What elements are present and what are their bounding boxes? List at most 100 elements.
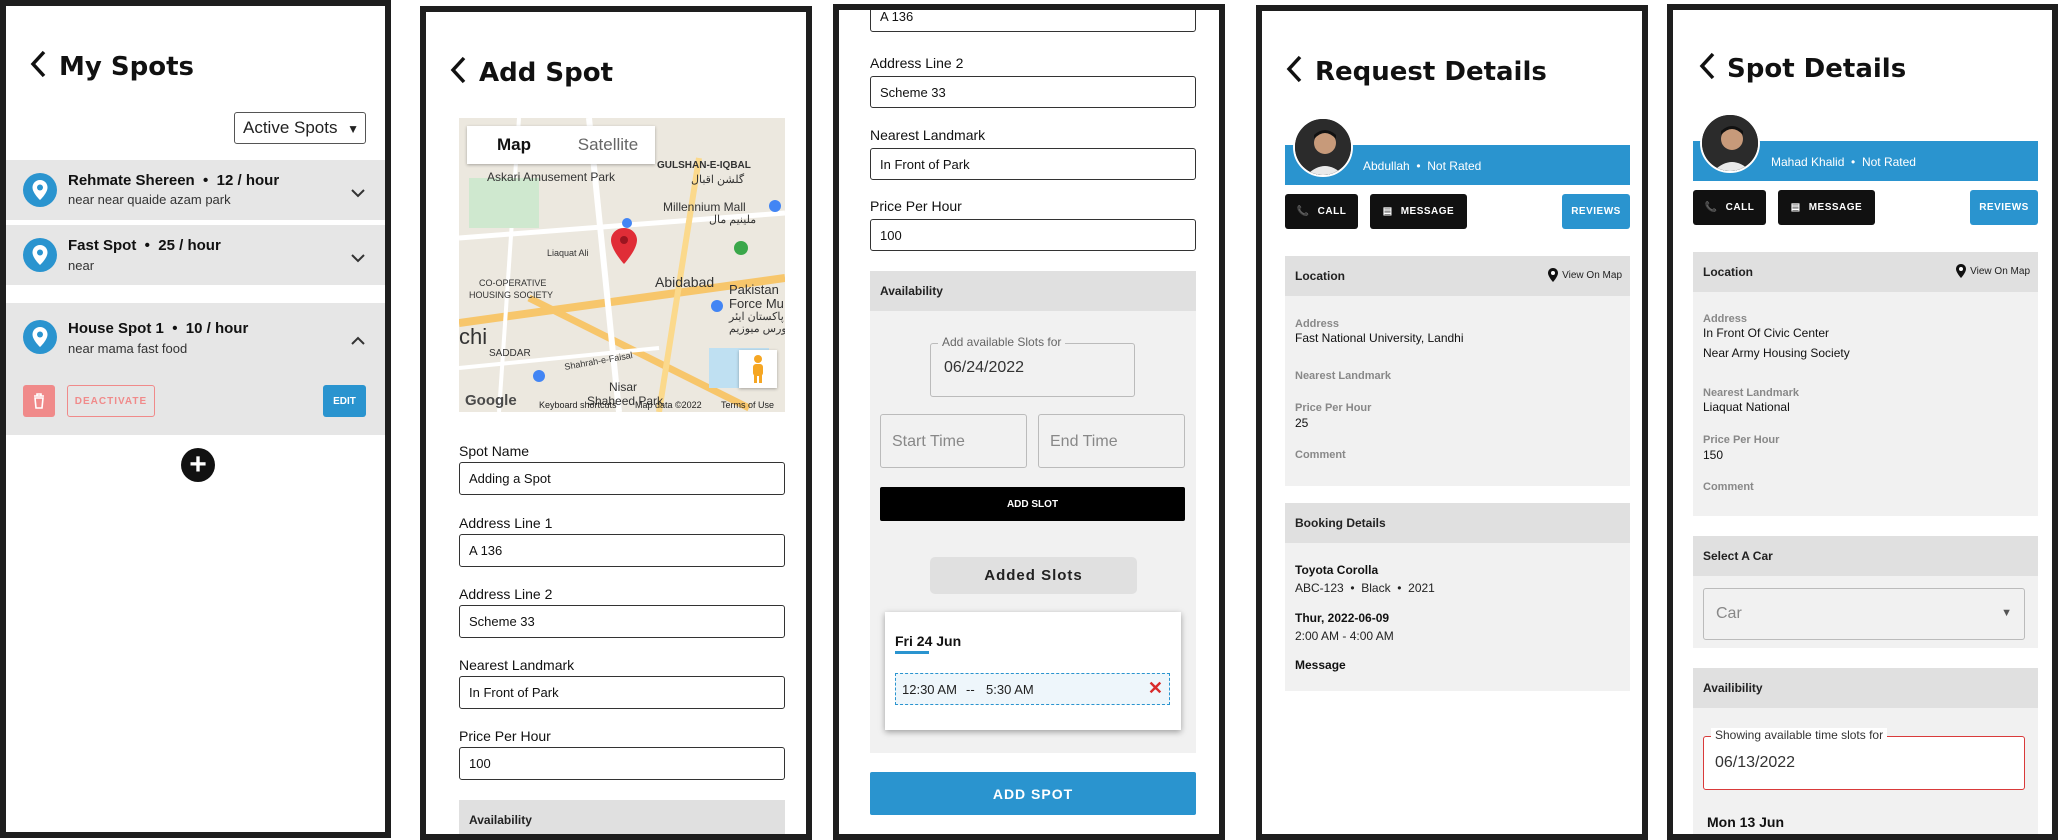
address-line-2-input[interactable]: Scheme 33 bbox=[870, 76, 1196, 108]
spot-details-screen: Spot Details Mahad Khalid • Not Rated 📞 C… bbox=[1667, 4, 2058, 840]
booking-details-header: Booking Details bbox=[1285, 503, 1630, 543]
map-label: Abidabad bbox=[655, 274, 715, 290]
slot-chip[interactable]: 12:30 AM -- 5:30 AM ✕ bbox=[895, 673, 1170, 705]
message-icon: ▤ bbox=[1790, 202, 1801, 213]
call-button[interactable]: 📞 CALL bbox=[1693, 190, 1766, 225]
keyboard-shortcuts-link[interactable]: Keyboard shortcuts bbox=[539, 400, 617, 410]
location-pin-icon bbox=[23, 238, 57, 272]
spot-name-input[interactable]: Adding a Spot bbox=[459, 462, 785, 495]
chevron-down-icon[interactable] bbox=[350, 185, 366, 198]
car-year: 2021 bbox=[1408, 581, 1435, 595]
car-select-placeholder: Car bbox=[1716, 605, 1742, 622]
chevron-down-icon[interactable] bbox=[350, 250, 366, 263]
nearest-landmark-input[interactable]: In Front of Park bbox=[459, 676, 785, 709]
slots-date-value: 06/24/2022 bbox=[944, 359, 1025, 376]
address-line-1-input[interactable]: A 136 bbox=[459, 534, 785, 567]
user-name: Mahad Khalid bbox=[1771, 155, 1845, 169]
phone-icon: 📞 bbox=[1296, 206, 1310, 217]
slot-end-time: 5:30 AM bbox=[986, 682, 1034, 697]
message-label: MESSAGE bbox=[1808, 202, 1863, 213]
availability-header: Availability bbox=[459, 800, 785, 834]
address-line-2-input[interactable]: Scheme 33 bbox=[459, 605, 785, 638]
edit-button[interactable]: EDIT bbox=[323, 385, 366, 417]
phone-icon: 📞 bbox=[1704, 202, 1718, 213]
message-button[interactable]: ▤ MESSAGE bbox=[1778, 190, 1875, 225]
avatar bbox=[1293, 117, 1353, 177]
terms-of-use-link[interactable]: Terms of Use bbox=[721, 400, 774, 410]
message-button[interactable]: ▤ MESSAGE bbox=[1370, 194, 1467, 229]
availability-section: Availability Add available Slots for 06/… bbox=[870, 271, 1196, 753]
user-name: Abdullah bbox=[1363, 159, 1410, 173]
street-view-pegman-icon[interactable] bbox=[739, 350, 777, 388]
add-spot-button[interactable]: ADD SPOT bbox=[870, 772, 1196, 815]
call-button[interactable]: 📞 CALL bbox=[1285, 194, 1358, 229]
reviews-button[interactable]: REVIEWS bbox=[1562, 194, 1630, 229]
call-label: CALL bbox=[1725, 202, 1755, 213]
remove-slot-icon[interactable]: ✕ bbox=[1148, 678, 1163, 699]
spot-address: near mama fast food bbox=[68, 341, 188, 356]
car-select[interactable]: Car ▼ bbox=[1703, 588, 2025, 640]
nearest-landmark-label: Nearest Landmark bbox=[459, 657, 575, 673]
price-per-hour-input[interactable]: 100 bbox=[870, 219, 1196, 251]
user-info: Abdullah • Not Rated bbox=[1363, 159, 1482, 173]
map-label: Nisar bbox=[609, 380, 638, 394]
spot-list-item[interactable]: Rehmate Shereen • 12 / hour near near qu… bbox=[6, 160, 385, 220]
map-type-tabs: Map Satellite bbox=[467, 126, 655, 164]
car-color: Black bbox=[1361, 581, 1391, 595]
location-section: Location View On Map Address In Front Of… bbox=[1693, 252, 2038, 516]
tab-satellite[interactable]: Satellite bbox=[561, 126, 655, 164]
map-label: فورس میوزیم bbox=[729, 323, 785, 335]
map-label: HOUSING SOCIETY bbox=[469, 290, 554, 300]
car-plate: ABC-123 bbox=[1295, 581, 1344, 595]
map-label: chi bbox=[459, 324, 488, 349]
map-marker-icon[interactable] bbox=[609, 226, 639, 266]
location-pin-icon bbox=[1956, 264, 1967, 278]
call-label: CALL bbox=[1317, 206, 1347, 217]
map-label: گلشن اقبال bbox=[691, 174, 745, 186]
price-per-hour-input[interactable]: 100 bbox=[459, 747, 785, 780]
spot-title: Rehmate Shereen • 12 / hour bbox=[68, 172, 280, 189]
spot-name: Fast Spot bbox=[68, 237, 137, 254]
map-label: GULSHAN-E-IQBAL bbox=[657, 160, 751, 171]
start-time-placeholder: Start Time bbox=[892, 433, 965, 450]
location-pin-icon bbox=[1548, 268, 1559, 282]
chevron-down-icon: ▼ bbox=[347, 122, 359, 136]
chevron-up-icon[interactable] bbox=[350, 333, 366, 345]
back-arrow-icon[interactable] bbox=[28, 49, 48, 79]
spot-list-item-expanded[interactable]: House Spot 1 • 10 / hour near mama fast … bbox=[6, 303, 385, 435]
spot-rate: 12 / hour bbox=[216, 172, 280, 189]
reviews-button[interactable]: REVIEWS bbox=[1970, 190, 2038, 225]
slot-day-card: Fri 24 Jun 12:30 AM -- 5:30 AM ✕ bbox=[885, 612, 1181, 730]
address-key: Address bbox=[1703, 313, 1748, 325]
user-rating: Not Rated bbox=[1427, 159, 1482, 173]
map-label: Askari Amusement Park bbox=[487, 170, 616, 184]
price-per-hour-label: Price Per Hour bbox=[870, 198, 962, 214]
available-slots-legend: Showing available time slots for bbox=[1711, 728, 1888, 742]
map-label: SADDAR bbox=[489, 348, 531, 359]
nearest-landmark-input[interactable]: In Front of Park bbox=[870, 148, 1196, 180]
back-arrow-icon[interactable] bbox=[448, 55, 468, 85]
spot-rate: 25 / hour bbox=[158, 237, 221, 254]
slot-day-label: Fri 24 Jun bbox=[895, 633, 962, 649]
view-on-map-link[interactable]: View On Map bbox=[1547, 268, 1622, 282]
availability-header: Availability bbox=[870, 271, 1196, 311]
back-arrow-icon[interactable] bbox=[1697, 51, 1717, 81]
add-spot-plus-button[interactable]: + bbox=[181, 448, 215, 482]
deactivate-button[interactable]: DEACTIVATE bbox=[67, 385, 155, 417]
add-slot-button[interactable]: ADD SLOT bbox=[880, 487, 1185, 521]
car-details: ABC-123 • Black • 2021 bbox=[1295, 581, 1435, 595]
booking-details-section: Booking Details Toyota Corolla ABC-123 •… bbox=[1285, 503, 1630, 691]
map-view[interactable]: Map Satellite GULSHAN-E-IQBAL گلشن اقبال… bbox=[459, 118, 785, 412]
view-on-map-label: View On Map bbox=[1562, 269, 1622, 281]
spot-filter-select[interactable]: Active Spots ▼ bbox=[234, 112, 366, 144]
tab-map[interactable]: Map bbox=[467, 126, 561, 164]
add-spot-scrolled-screen: A 136 Address Line 2 Scheme 33 Nearest L… bbox=[833, 4, 1225, 840]
nearest-landmark-key: Nearest Landmark bbox=[1703, 387, 1799, 399]
view-on-map-link[interactable]: View On Map bbox=[1955, 264, 2030, 278]
delete-button[interactable] bbox=[23, 385, 55, 417]
availability-header: Availibility bbox=[1693, 668, 2038, 708]
back-arrow-icon[interactable] bbox=[1284, 54, 1304, 84]
spot-list-item[interactable]: Fast Spot • 25 / hour near bbox=[6, 225, 385, 285]
address-line-1-input[interactable]: A 136 bbox=[870, 10, 1196, 32]
available-slots-date-value: 06/13/2022 bbox=[1715, 754, 1796, 771]
